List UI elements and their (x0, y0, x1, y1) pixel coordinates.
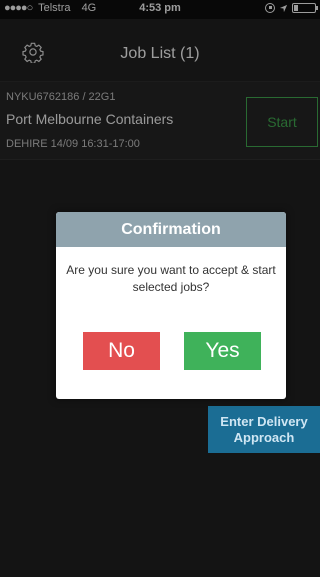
dialog-message: Are you sure you want to accept & start … (66, 263, 276, 294)
dialog-title: Confirmation (56, 212, 286, 247)
yes-button[interactable]: Yes (184, 332, 261, 370)
confirmation-dialog: Confirmation Are you sure you want to ac… (56, 212, 286, 399)
enter-delivery-approach-button[interactable]: Enter Delivery Approach (208, 406, 320, 453)
app-screen: ●●●●○ Telstra 4G 4:53 pm Job List (1) NY… (0, 0, 320, 577)
no-button[interactable]: No (83, 332, 160, 370)
